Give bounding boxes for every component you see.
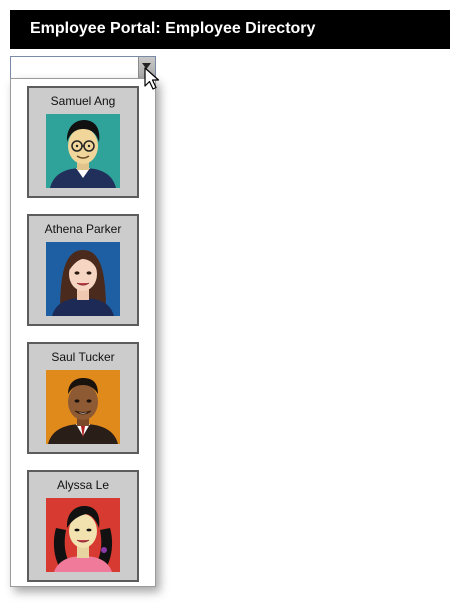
man-glasses-portrait-icon [46, 114, 120, 188]
employee-dropdown-list[interactable]: Samuel Ang Athena Parker Saul Tucker Aly… [10, 78, 156, 587]
employee-name: Athena Parker [44, 222, 122, 236]
woman-portrait-icon [46, 242, 120, 316]
man-suit-portrait-icon [46, 370, 120, 444]
employee-directory-page: Employee Portal: Employee Directory Samu… [0, 0, 461, 608]
woman-pigtails-portrait-icon [46, 498, 120, 572]
employee-card[interactable]: Athena Parker [27, 214, 139, 326]
page-header: Employee Portal: Employee Directory [10, 10, 450, 49]
employee-combobox[interactable] [10, 56, 156, 79]
employee-name: Saul Tucker [51, 350, 115, 364]
employee-combobox-input[interactable] [13, 59, 133, 76]
employee-name: Samuel Ang [50, 94, 116, 108]
page-title: Employee Portal: Employee Directory [30, 20, 316, 37]
employee-card[interactable]: Samuel Ang [27, 86, 139, 198]
employee-card[interactable]: Saul Tucker [27, 342, 139, 454]
combobox-dropdown-button[interactable] [138, 57, 155, 78]
employee-name: Alyssa Le [56, 478, 110, 492]
triangle-down-icon [142, 63, 151, 69]
employee-card[interactable]: Alyssa Le [27, 470, 139, 582]
